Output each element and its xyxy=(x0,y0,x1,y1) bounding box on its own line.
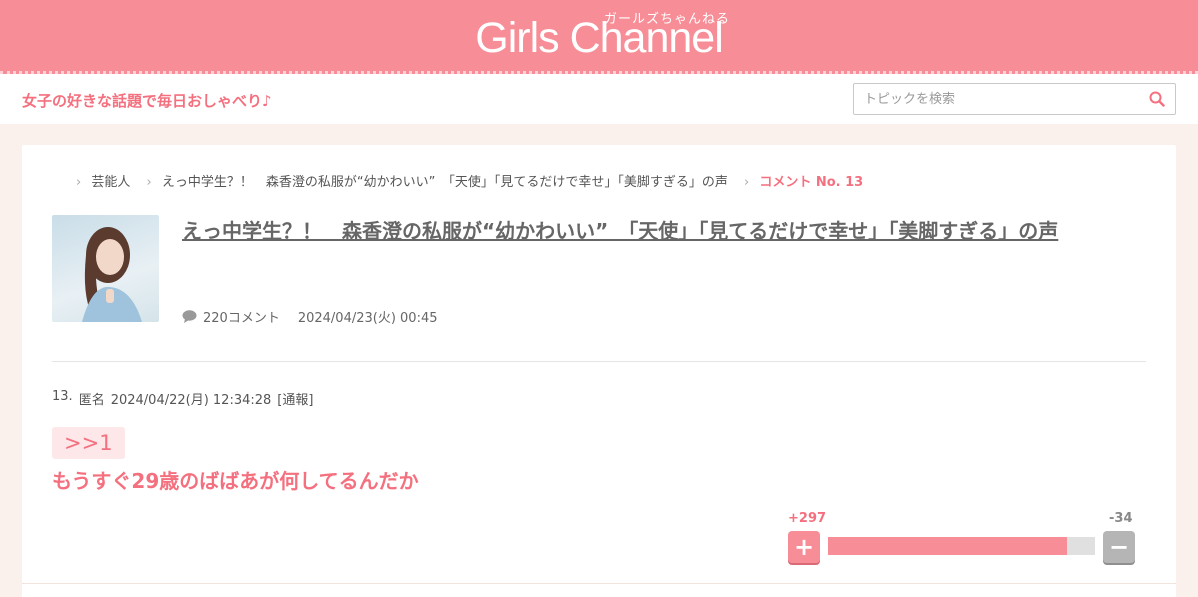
comment-author: 匿名 xyxy=(78,393,105,408)
minus-icon: − xyxy=(1108,533,1130,561)
site-header: Girls Channel ガールズちゃんねる xyxy=(0,0,1198,74)
breadcrumb-current: コメント No. 13 xyxy=(759,175,864,190)
plus-vote-button[interactable]: + xyxy=(788,531,820,563)
comment-header: 13. 匿名 2024/04/22(月) 12:34:28 [通報] xyxy=(52,389,313,408)
breadcrumb-category[interactable]: 芸能人 xyxy=(91,171,130,190)
topic-date: 2024/04/23(火) 00:45 xyxy=(297,311,438,326)
comment-card: › 芸能人 › えっ中学生？！ 森香澄の私服が“幼かわいい” 「天使」「見てるだ… xyxy=(22,145,1176,583)
vote-ratio-bar xyxy=(828,537,1095,555)
topic-title[interactable]: えっ中学生？！ 森香澄の私服が“幼かわいい” 「天使」「見てるだけで幸せ」「美脚… xyxy=(182,215,1142,248)
comment-count: 220コメント xyxy=(203,311,280,326)
portrait-image xyxy=(82,227,142,322)
minus-vote-button[interactable]: − xyxy=(1103,531,1135,563)
search-input[interactable] xyxy=(854,84,1134,114)
sub-header: 女子の好きな話題で毎日おしゃべり♪ xyxy=(0,74,1198,124)
next-card-edge xyxy=(22,583,1176,597)
topic-meta: 220コメント 2024/04/23(火) 00:45 xyxy=(182,307,438,326)
report-link[interactable]: [通報] xyxy=(277,389,313,408)
vote-ratio-fill xyxy=(828,537,1068,555)
chevron-right-icon: › xyxy=(743,175,750,190)
divider xyxy=(52,361,1146,362)
plus-vote-count: +297 xyxy=(788,511,827,526)
topic-thumbnail[interactable] xyxy=(52,215,159,322)
comment-body: もうすぐ29歳のばばあが何してるんだか xyxy=(52,469,419,493)
breadcrumb-topic[interactable]: えっ中学生？！ 森香澄の私服が“幼かわいい” 「天使」「見てるだけで幸せ」「美脚… xyxy=(162,171,728,190)
comment-number: 13. xyxy=(52,389,73,404)
site-tagline: 女子の好きな話題で毎日おしゃべり♪ xyxy=(22,92,272,110)
comment-datetime: 2024/04/22(月) 12:34:28 xyxy=(110,393,272,408)
search-box xyxy=(853,83,1176,115)
plus-icon: + xyxy=(793,533,815,561)
reply-anchor[interactable]: >>1 xyxy=(52,427,125,459)
comment-bubble-icon xyxy=(182,310,197,323)
search-icon[interactable] xyxy=(1149,91,1165,107)
chevron-right-icon: › xyxy=(146,175,152,190)
site-logo[interactable]: Girls Channel xyxy=(0,14,1198,63)
minus-vote-count: -34 xyxy=(1109,511,1133,526)
breadcrumb: › 芸能人 › えっ中学生？！ 森香澄の私服が“幼かわいい” 「天使」「見てるだ… xyxy=(76,171,875,190)
site-logo-sub: ガールズちゃんねる xyxy=(604,12,731,27)
chevron-right-icon: › xyxy=(76,175,82,190)
